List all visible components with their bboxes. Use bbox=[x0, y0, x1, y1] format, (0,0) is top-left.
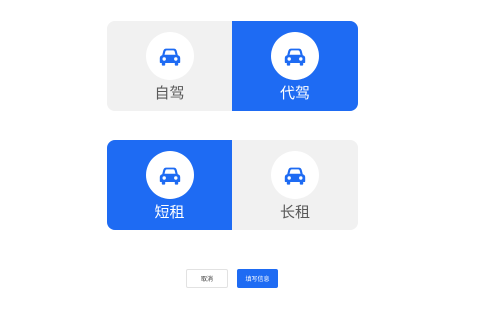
car-icon-circle bbox=[271, 32, 319, 80]
car-icon-circle bbox=[145, 151, 194, 199]
fill-info-button[interactable]: 填写信息 bbox=[237, 269, 278, 288]
option-label: 代驾 bbox=[279, 84, 310, 102]
car-icon-circle bbox=[271, 151, 319, 199]
cancel-button[interactable]: 取消 bbox=[186, 269, 228, 288]
option-short-term[interactable]: 短租 bbox=[107, 140, 232, 230]
page: 自驾 代驾 短租 长租 取消 填写信息 bbox=[0, 0, 493, 311]
car-icon bbox=[282, 43, 308, 69]
option-label: 长租 bbox=[279, 203, 310, 221]
option-chauffeur[interactable]: 代驾 bbox=[232, 21, 358, 111]
option-label: 自驾 bbox=[154, 84, 185, 102]
car-icon-circle bbox=[145, 32, 194, 80]
option-long-term[interactable]: 长租 bbox=[232, 140, 358, 230]
car-icon bbox=[157, 162, 183, 188]
car-icon bbox=[282, 162, 308, 188]
option-label: 短租 bbox=[154, 203, 185, 221]
rental-term-toggle: 短租 长租 bbox=[107, 140, 358, 230]
drive-mode-toggle: 自驾 代驾 bbox=[107, 21, 358, 111]
car-icon bbox=[157, 43, 183, 69]
option-self-drive[interactable]: 自驾 bbox=[107, 21, 232, 111]
